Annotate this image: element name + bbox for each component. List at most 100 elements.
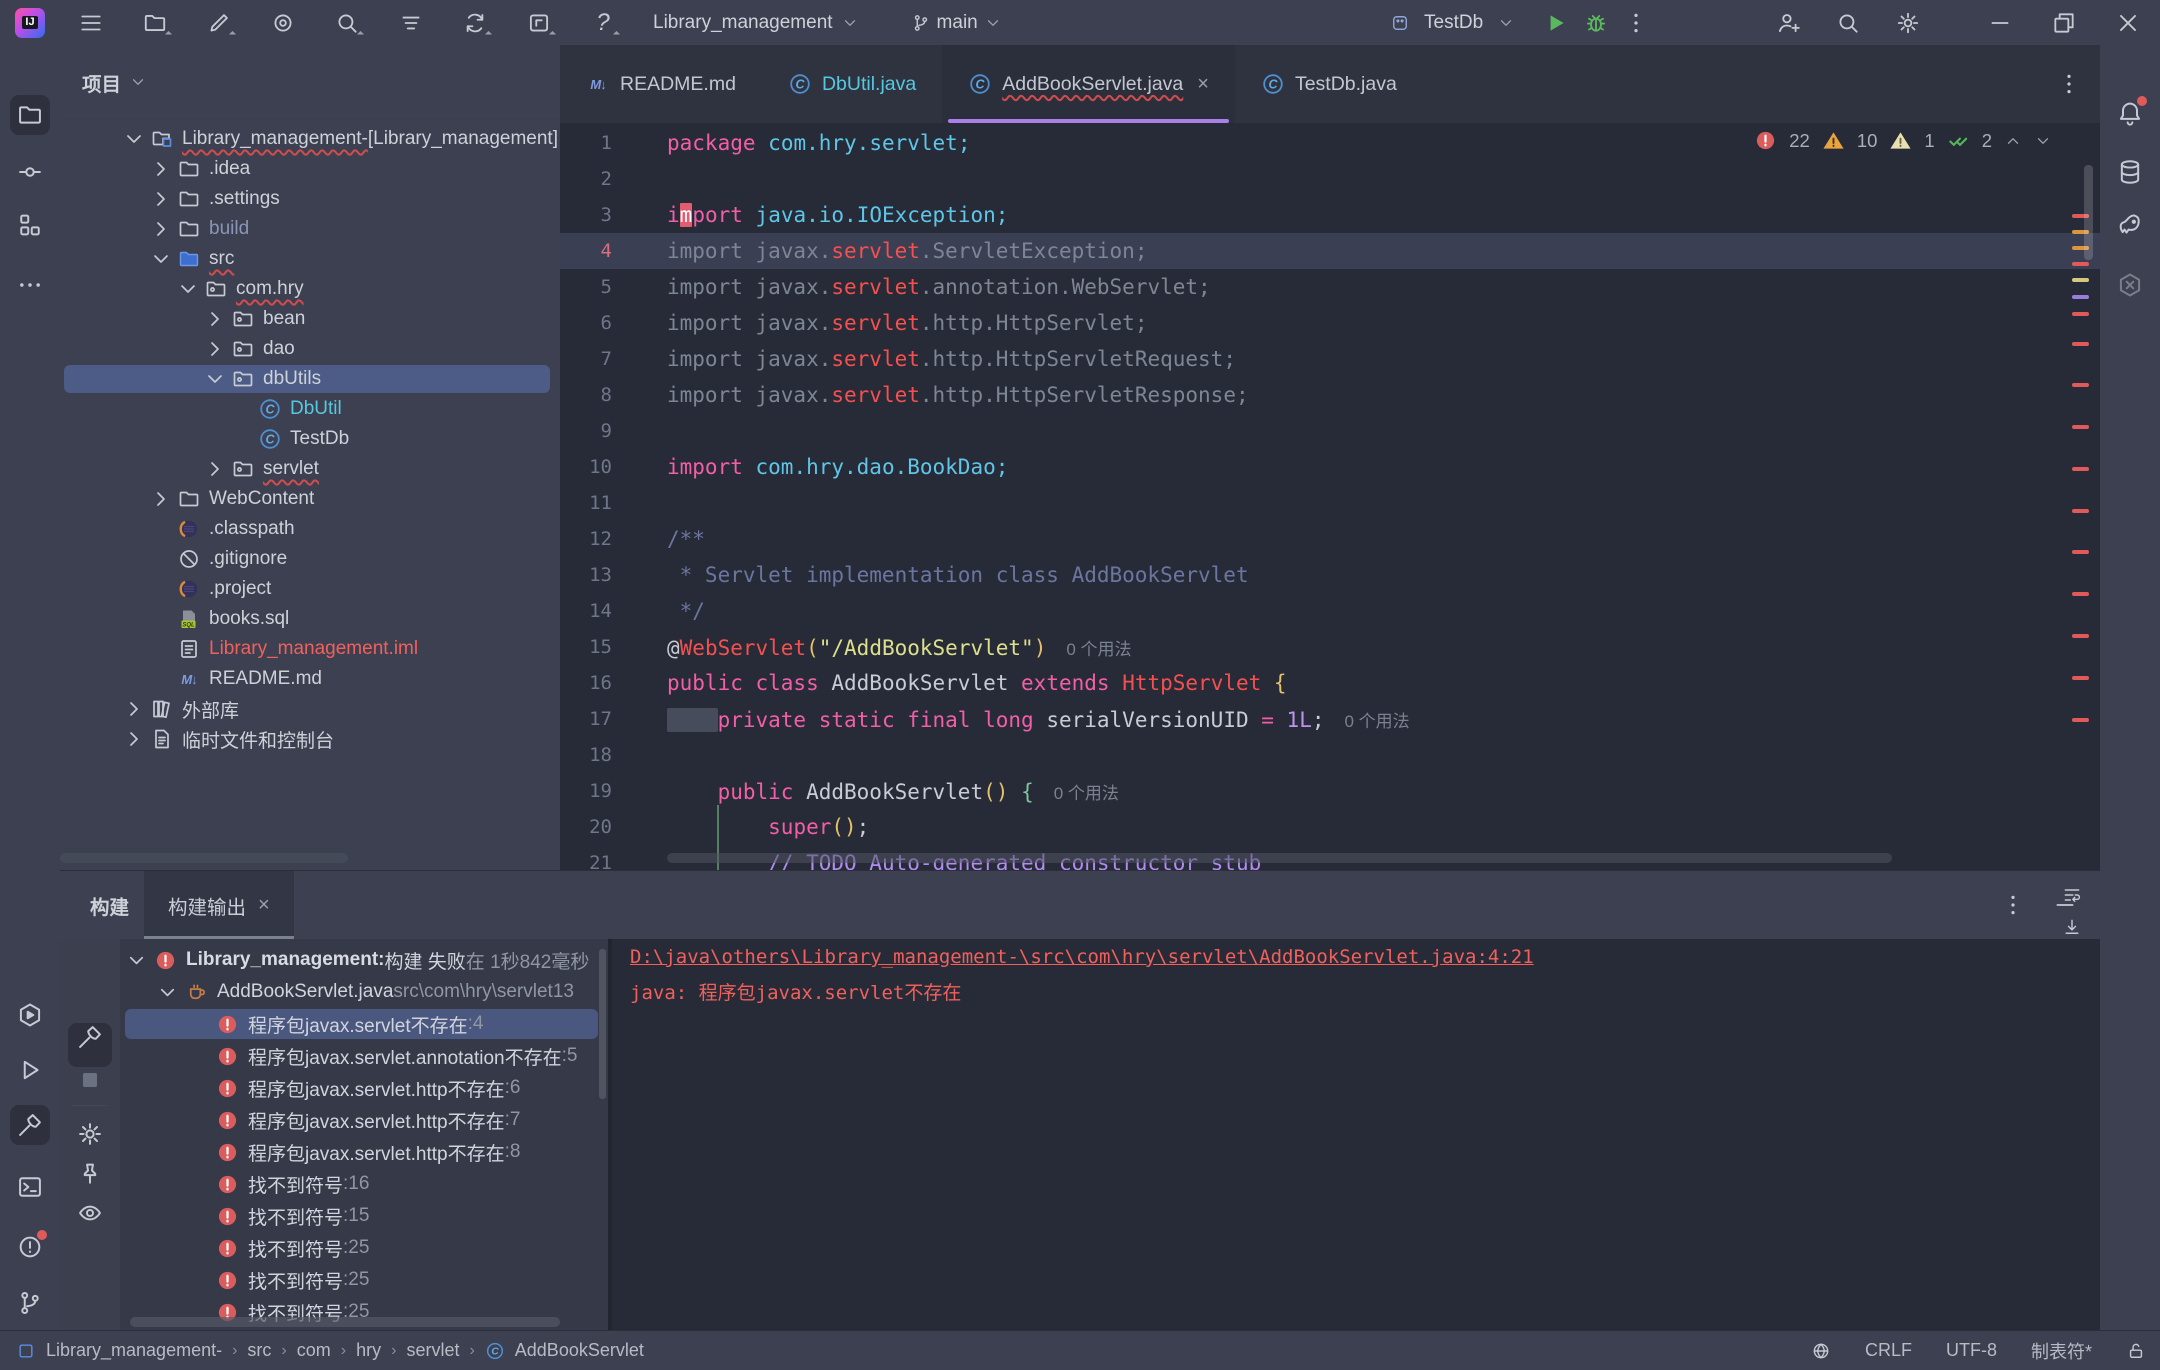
build-message-item[interactable]: AddBookServlet.java src\com\hry\servlet … <box>120 976 608 1008</box>
toolwindow-terminal-button[interactable] <box>10 1167 50 1207</box>
toolbar-target-button[interactable] <box>269 9 297 37</box>
stripe-mark[interactable] <box>2072 718 2089 722</box>
debug-button[interactable] <box>1583 10 1609 36</box>
project-tree-item[interactable]: bean <box>60 304 560 334</box>
build-pin-button[interactable] <box>76 1160 104 1188</box>
project-tree-item[interactable]: com.hry <box>60 274 560 304</box>
editor-vertical-scrollbar[interactable] <box>2084 165 2093 260</box>
build-message-item[interactable]: 程序包javax.servlet.http不存在 :7 <box>120 1104 608 1136</box>
more-run-options-icon[interactable] <box>1623 10 1649 36</box>
stripe-mark[interactable] <box>2072 592 2089 596</box>
build-eye-button[interactable] <box>76 1199 104 1227</box>
stripe-mark[interactable] <box>2072 383 2089 387</box>
build-message-item[interactable]: 找不到符号 :25 <box>120 1232 608 1264</box>
project-tree-item[interactable]: .settings <box>60 184 560 214</box>
gear-icon[interactable] <box>1895 10 1921 36</box>
code-line[interactable]: 18 <box>560 737 2100 773</box>
toolwindow-dependencies-button[interactable] <box>2110 265 2150 305</box>
stripe-mark[interactable] <box>2072 295 2089 299</box>
project-tree-item[interactable]: dao <box>60 334 560 364</box>
stripe-mark[interactable] <box>2072 467 2089 471</box>
build-tree-horizontal-scrollbar[interactable] <box>130 1317 560 1327</box>
build-message-item[interactable]: 程序包javax.servlet.http不存在 :8 <box>120 1136 608 1168</box>
build-message-item[interactable]: 程序包javax.servlet.annotation不存在 :5 <box>120 1040 608 1072</box>
wrap-icon[interactable] <box>2062 885 2082 905</box>
code-line[interactable]: 10import com.hry.dao.BookDao; <box>560 449 2100 485</box>
project-switcher[interactable]: Library_management <box>653 12 859 34</box>
code-line[interactable]: 8import javax.servlet.http.HttpServletRe… <box>560 377 2100 413</box>
next-problem-icon[interactable] <box>2034 132 2052 150</box>
toolbar-search-button[interactable] <box>333 9 361 37</box>
stripe-mark[interactable] <box>2072 278 2089 282</box>
close-icon[interactable]: × <box>258 894 270 917</box>
toolwindow-version-control-button[interactable] <box>10 1283 50 1323</box>
project-tree-item[interactable]: WebContent <box>60 484 560 514</box>
code-line[interactable]: 20 super(); <box>560 809 2100 845</box>
code-line[interactable]: 11 <box>560 485 2100 521</box>
toolbar-folder-button[interactable] <box>141 9 169 37</box>
status-item[interactable]: 制表符* <box>2031 1338 2092 1364</box>
build-gear-button[interactable] <box>76 1120 104 1148</box>
project-tree-item[interactable]: Library_management- [Library_management] <box>60 124 560 154</box>
project-tree-item[interactable]: CDbUtil <box>60 394 560 424</box>
tab-options-icon[interactable] <box>2056 71 2082 97</box>
editor-tab[interactable]: CTestDb.java <box>1235 45 1423 123</box>
build-output-console[interactable]: D:\java\others\Library_management-\src\c… <box>612 939 2100 1331</box>
code-editor[interactable]: 1package com.hry.servlet;23import java.i… <box>560 125 2100 870</box>
breadcrumb-item[interactable]: Library_management- <box>46 1340 222 1361</box>
close-tab-icon[interactable]: × <box>1197 73 1209 96</box>
project-tree-item[interactable]: M↓README.md <box>60 664 560 694</box>
toolwindow-gradle-button[interactable] <box>2110 205 2150 245</box>
stripe-mark[interactable] <box>2072 509 2089 513</box>
code-line[interactable]: 19 public AddBookServlet() {0 个用法 <box>560 773 2100 809</box>
code-line[interactable]: 14 */ <box>560 593 2100 629</box>
project-horizontal-scrollbar[interactable] <box>60 853 348 863</box>
project-tree-item[interactable]: src <box>60 244 560 274</box>
window-restore-button[interactable] <box>2032 0 2096 45</box>
code-line[interactable]: 2 <box>560 161 2100 197</box>
run-button[interactable] <box>1543 10 1569 36</box>
stripe-mark[interactable] <box>2072 550 2089 554</box>
breadcrumb-item[interactable]: src <box>247 1340 271 1361</box>
project-tree-item[interactable]: build <box>60 214 560 244</box>
build-options-icon[interactable] <box>2000 892 2026 918</box>
toolwindow-more-tool-windows-button[interactable] <box>10 265 50 305</box>
project-tree-item[interactable]: servlet <box>60 454 560 484</box>
toolwindow-commit-button[interactable] <box>10 152 50 192</box>
stripe-mark[interactable] <box>2072 262 2089 266</box>
chevron-down-icon[interactable] <box>1497 14 1515 32</box>
status-item[interactable]: CRLF <box>1865 1340 1912 1361</box>
build-tree-vertical-scrollbar[interactable] <box>599 949 606 1099</box>
breadcrumb-item[interactable]: AddBookServlet <box>515 1340 644 1361</box>
stripe-mark[interactable] <box>2072 634 2089 638</box>
project-tree-item[interactable]: .classpath <box>60 514 560 544</box>
build-message-item[interactable]: Library_management: 构建 失败 在 1秒842毫秒 <box>120 944 608 976</box>
project-tree-item[interactable]: 临时文件和控制台 <box>60 724 560 754</box>
breadcrumb-item[interactable]: hry <box>356 1340 381 1361</box>
build-message-item[interactable]: 找不到符号 :25 <box>120 1264 608 1296</box>
console-file-link[interactable]: D:\java\others\Library_management-\src\c… <box>630 939 2100 975</box>
status-item[interactable]: UTF-8 <box>1946 1340 1997 1361</box>
toolbar-sync-button[interactable] <box>461 9 489 37</box>
build-message-item[interactable]: 找不到符号 :15 <box>120 1200 608 1232</box>
code-line[interactable]: 3import java.io.IOException; <box>560 197 2100 233</box>
project-tree-item[interactable]: .idea <box>60 154 560 184</box>
window-close-button[interactable] <box>2096 0 2160 45</box>
stripe-mark[interactable] <box>2072 312 2089 316</box>
project-tree-item[interactable]: SQLbooks.sql <box>60 604 560 634</box>
build-stop-button[interactable] <box>76 1066 104 1094</box>
code-line[interactable]: 16public class AddBookServlet extends Ht… <box>560 665 2100 701</box>
editor-tab[interactable]: CDbUtil.java <box>762 45 942 123</box>
toolbar-window-button[interactable] <box>525 9 553 37</box>
scrollend-icon[interactable] <box>2062 917 2082 937</box>
toolwindow-database-button[interactable] <box>2110 152 2150 192</box>
code-line[interactable]: 15@WebServlet("/AddBookServlet")0 个用法 <box>560 629 2100 665</box>
inlay-hint[interactable]: 0 个用法 <box>1345 712 1410 731</box>
toolwindow-build-button[interactable] <box>10 1105 50 1145</box>
toolwindow-problems-button[interactable] <box>10 1227 50 1267</box>
project-tree-item[interactable]: Library_management.iml <box>60 634 560 664</box>
code-line[interactable]: 4import javax.servlet.ServletException; <box>560 233 2100 269</box>
project-panel-header[interactable]: 项目 <box>60 45 560 120</box>
run-config-selector[interactable]: TestDb <box>1424 12 1483 34</box>
lock-icon[interactable] <box>2126 1341 2146 1361</box>
